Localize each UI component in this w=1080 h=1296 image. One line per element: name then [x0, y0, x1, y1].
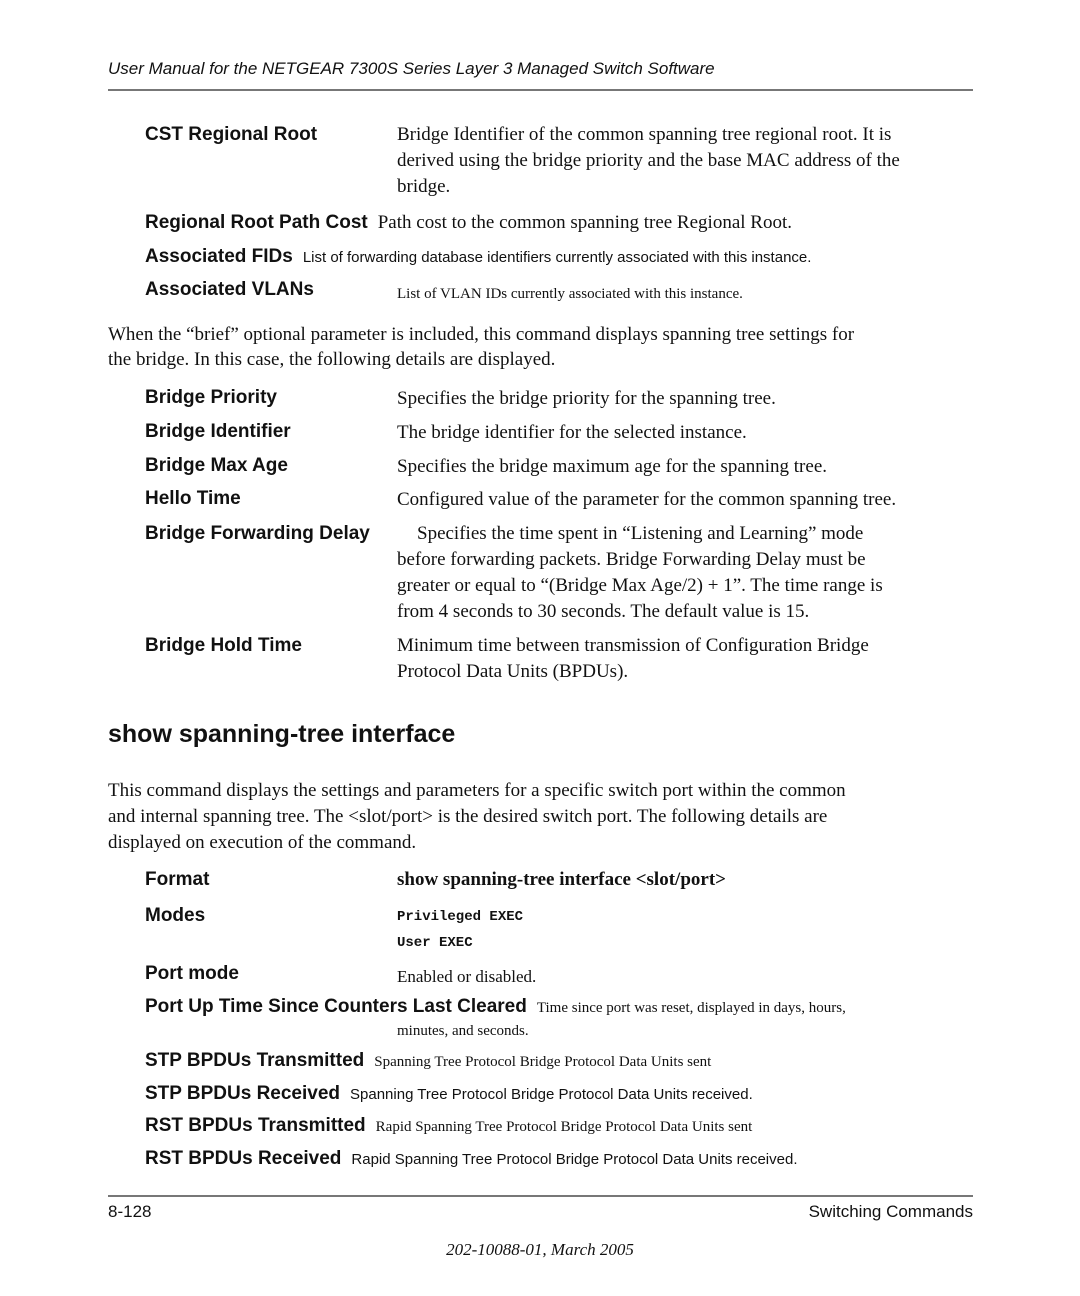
desc-port-mode: Enabled or disabled. [397, 967, 537, 986]
brief-paragraph: When the “brief” optional parameter is i… [108, 322, 978, 372]
term-modes: Modes [145, 905, 206, 926]
field-regional-root-path-cost: Regional Root Path Cost Path cost to the… [145, 212, 792, 234]
paragraph-line: the bridge. In this case, the following … [108, 349, 556, 370]
paragraph-line: and internal spanning tree. The <slot/po… [108, 806, 828, 827]
desc-port-up-time: Time since port was reset, displayed in … [536, 1000, 846, 1016]
term-rst-bpdus-transmitted: RST BPDUs Transmitted [145, 1115, 366, 1136]
desc-rst-bpdus-received: Rapid Spanning Tree Protocol Bridge Prot… [351, 1151, 798, 1168]
mode-user-exec: User EXEC [397, 935, 473, 951]
term-cst-regional-root: CST Regional Root [145, 124, 318, 145]
term-port-mode: Port mode [145, 963, 239, 984]
desc-bridge-forwarding-delay: before forwarding packets. Bridge Forwar… [397, 547, 977, 625]
paragraph-line: displayed on execution of the command. [108, 832, 417, 853]
field-stp-bpdus-received: STP BPDUs Received Spanning Tree Protoco… [145, 1083, 753, 1105]
term-rst-bpdus-received: RST BPDUs Received [145, 1148, 342, 1169]
desc-stp-bpdus-transmitted: Spanning Tree Protocol Bridge Protocol D… [374, 1054, 712, 1070]
desc-associated-fids: List of forwarding database identifiers … [302, 249, 812, 266]
desc-regional-root-path-cost: Path cost to the common spanning tree Re… [377, 212, 792, 233]
desc-bridge-forwarding-delay-first: Specifies the time spent in “Listening a… [417, 523, 864, 544]
desc-associated-vlans: List of VLAN IDs currently associated wi… [397, 286, 743, 302]
field-port-up-time: Port Up Time Since Counters Last Cleared… [145, 996, 846, 1018]
desc-line: greater or equal to “(Bridge Max Age/2) … [397, 575, 883, 596]
desc-line: before forwarding packets. Bridge Forwar… [397, 549, 866, 570]
desc-line: bridge. [397, 176, 451, 197]
mode-privileged-exec: Privileged EXEC [397, 909, 524, 925]
document-id: 202-10088-01, March 2005 [446, 1240, 634, 1259]
term-port-up-time: Port Up Time Since Counters Last Cleared [145, 996, 527, 1017]
term-bridge-hold-time: Bridge Hold Time [145, 635, 302, 656]
page-number: 8-128 [108, 1202, 152, 1221]
paragraph-line: This command displays the settings and p… [108, 780, 846, 801]
desc-line: derived using the bridge priority and th… [397, 150, 900, 171]
field-rst-bpdus-transmitted: RST BPDUs Transmitted Rapid Spanning Tre… [145, 1115, 752, 1137]
footer-rule [108, 1195, 973, 1197]
desc-rst-bpdus-transmitted: Rapid Spanning Tree Protocol Bridge Prot… [375, 1119, 753, 1135]
term-bridge-forwarding-delay: Bridge Forwarding Delay [145, 523, 370, 544]
desc-hello-time: Configured value of the parameter for th… [397, 489, 897, 510]
desc-line: Protocol Data Units (BPDUs). [397, 661, 629, 682]
desc-line: Bridge Identifier of the common spanning… [397, 124, 892, 145]
field-stp-bpdus-transmitted: STP BPDUs Transmitted Spanning Tree Prot… [145, 1050, 711, 1072]
field-rst-bpdus-received: RST BPDUs Received Rapid Spanning Tree P… [145, 1148, 797, 1170]
footer-section-name: Switching Commands [808, 1202, 973, 1221]
header-rule [108, 89, 973, 91]
desc-bridge-identifier: The bridge identifier for the selected i… [397, 422, 747, 443]
desc-bridge-priority: Specifies the bridge priority for the sp… [397, 388, 776, 409]
term-stp-bpdus-transmitted: STP BPDUs Transmitted [145, 1050, 365, 1071]
term-bridge-identifier: Bridge Identifier [145, 421, 291, 442]
term-format: Format [145, 869, 210, 890]
section-intro: This command displays the settings and p… [108, 778, 978, 856]
section-heading: show spanning-tree interface [108, 720, 456, 748]
desc-line: from 4 seconds to 30 seconds. The defaul… [397, 601, 810, 622]
term-hello-time: Hello Time [145, 488, 241, 509]
term-bridge-priority: Bridge Priority [145, 387, 277, 408]
term-stp-bpdus-received: STP BPDUs Received [145, 1083, 341, 1104]
desc-line: Minimum time between transmission of Con… [397, 635, 869, 656]
paragraph-line: When the “brief” optional parameter is i… [108, 324, 855, 345]
term-associated-fids: Associated FIDs [145, 246, 293, 267]
running-header: User Manual for the NETGEAR 7300S Series… [108, 59, 715, 78]
desc-cst-regional-root: Bridge Identifier of the common spanning… [397, 122, 977, 200]
format-value: show spanning-tree interface <slot/port> [397, 869, 726, 890]
desc-stp-bpdus-received: Spanning Tree Protocol Bridge Protocol D… [350, 1086, 753, 1103]
field-associated-fids: Associated FIDs List of forwarding datab… [145, 246, 811, 268]
term-bridge-max-age: Bridge Max Age [145, 455, 288, 476]
term-regional-root-path-cost: Regional Root Path Cost [145, 212, 368, 233]
desc-bridge-max-age: Specifies the bridge maximum age for the… [397, 456, 828, 477]
term-associated-vlans: Associated VLANs [145, 279, 314, 300]
desc-bridge-hold-time: Minimum time between transmission of Con… [397, 633, 977, 685]
desc-port-up-time-cont: minutes, and seconds. [397, 1023, 529, 1039]
